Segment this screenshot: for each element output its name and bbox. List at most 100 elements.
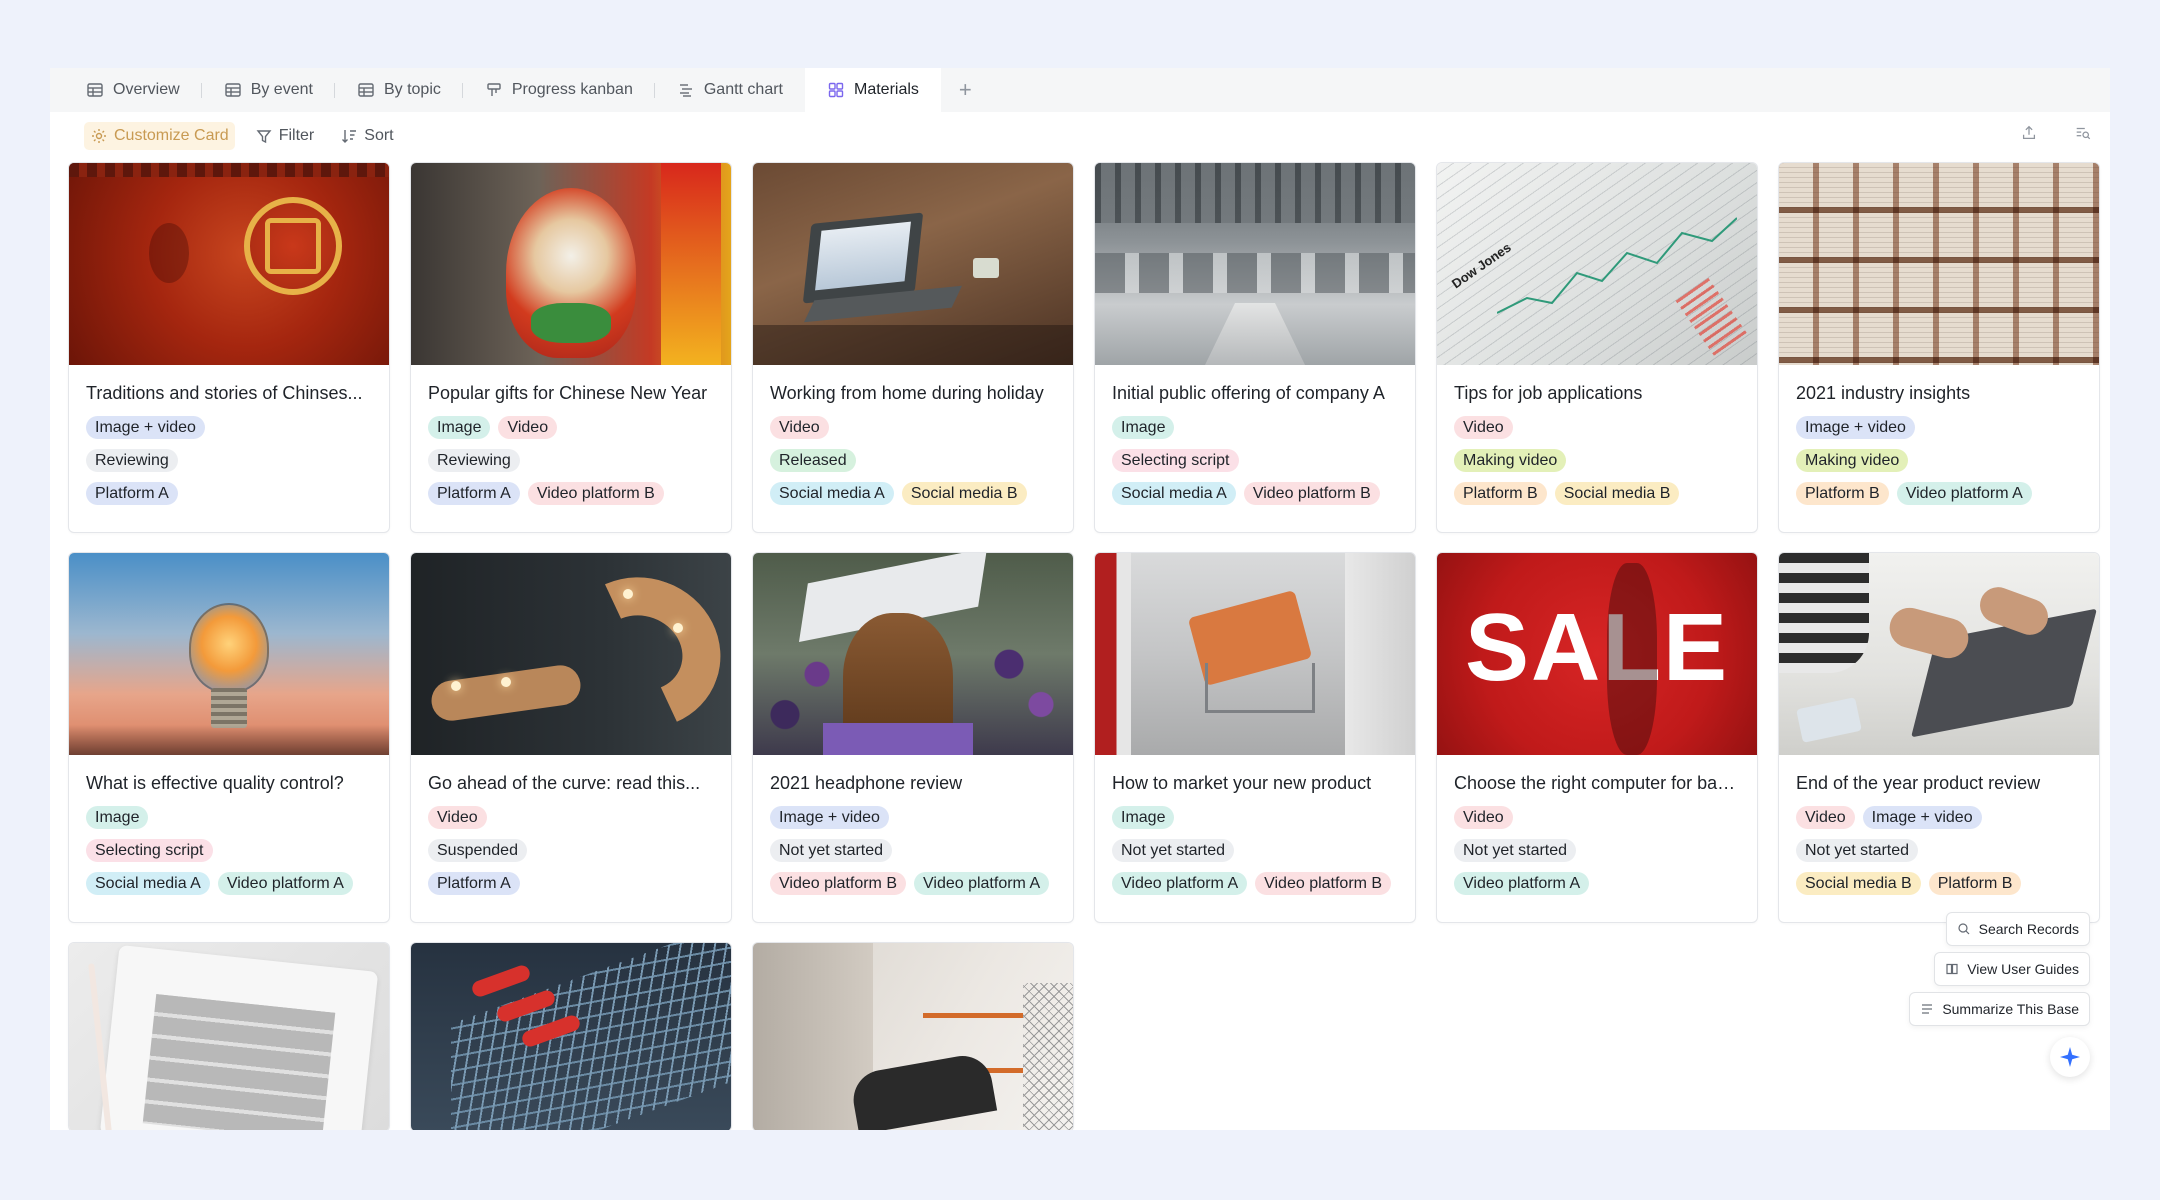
material-type-tags: Image + video	[1796, 416, 2082, 440]
tab-label: By topic	[383, 81, 441, 98]
platform-tag: Video platform A	[1112, 872, 1248, 895]
gallery-card[interactable]: Popular gifts for Chinese New Year Image…	[410, 162, 732, 533]
card-title: How to market your new product	[1112, 773, 1372, 793]
customize-card-button[interactable]: Customize Card	[84, 122, 235, 150]
platform-tag: Video platform A	[1896, 482, 2032, 505]
gallery-card[interactable]: 2021 headphone review Image + video Not …	[752, 552, 1074, 923]
view-tabs: Overview By event By topic Progress kanb…	[50, 68, 2110, 112]
sort-button[interactable]: Sort	[334, 122, 399, 150]
table-icon	[86, 81, 104, 99]
tab-gantt-chart[interactable]: Gantt chart	[655, 68, 805, 112]
platform-tag: Video platform B	[770, 872, 906, 895]
gallery-card[interactable]: SALE Choose the right computer for bac..…	[1436, 552, 1758, 923]
card-cover-image	[1095, 553, 1415, 755]
status-tag: Making video	[1454, 449, 1567, 472]
search-view-icon[interactable]	[2074, 124, 2094, 144]
platform-tag: Social media B	[1796, 872, 1921, 895]
status-tags: Not yet started	[770, 839, 1056, 863]
type-tag: Image	[1112, 416, 1175, 439]
status-tag: Reviewing	[428, 449, 520, 472]
platform-tag: Social media A	[86, 872, 210, 895]
tab-by-event[interactable]: By event	[202, 68, 335, 112]
view-user-guides-button[interactable]: View User Guides	[1934, 952, 2090, 986]
gallery-card[interactable]	[410, 942, 732, 1130]
ai-assistant-button[interactable]	[2050, 1037, 2090, 1077]
type-tag: Video	[770, 416, 829, 439]
card-cover-image	[753, 163, 1073, 365]
gallery-card[interactable]: 2021 industry insights Image + video Mak…	[1778, 162, 2100, 533]
card-title: Initial public offering of company A	[1112, 383, 1385, 403]
list-icon	[1920, 1002, 1934, 1016]
summarize-base-button[interactable]: Summarize This Base	[1909, 992, 2090, 1026]
platform-tag: Video platform A	[1454, 872, 1590, 895]
card-cover-image: SALE	[1437, 553, 1757, 755]
platform-tags: Video platform A	[1454, 872, 1740, 896]
status-tags: Not yet started	[1796, 839, 2082, 863]
material-type-tags: Image Video	[428, 416, 714, 440]
summarize-base-label: Summarize This Base	[1942, 1001, 2079, 1017]
card-cover-image	[69, 553, 389, 755]
type-tag: Image	[86, 806, 149, 829]
status-tag: Released	[770, 449, 856, 472]
share-icon[interactable]	[2020, 124, 2040, 144]
status-tag: Not yet started	[1454, 839, 1577, 862]
gantt-icon	[677, 81, 695, 99]
gallery-card[interactable]: Dow Jones Tips for job applications Vide…	[1436, 162, 1758, 533]
platform-tag: Video platform A	[217, 872, 353, 895]
platform-tags: Social media A Video platform B	[1112, 482, 1398, 506]
tab-by-topic[interactable]: By topic	[335, 68, 463, 112]
card-title: 2021 headphone review	[770, 773, 963, 793]
material-type-tags: Image + video	[86, 416, 372, 440]
gallery-card[interactable]: Initial public offering of company A Ima…	[1094, 162, 1416, 533]
gallery-card[interactable]	[752, 942, 1074, 1130]
card-cover-image	[69, 163, 389, 365]
platform-tag: Video platform B	[527, 482, 664, 505]
type-tag: Image + video	[770, 806, 889, 829]
status-tag: Not yet started	[1112, 839, 1235, 862]
gallery-card[interactable]: How to market your new product Image Not…	[1094, 552, 1416, 923]
add-view-button[interactable]: +	[941, 68, 990, 112]
status-tags: Released	[770, 449, 1056, 473]
tab-progress-kanban[interactable]: Progress kanban	[463, 68, 655, 112]
gallery-card[interactable]: End of the year product review Video Imag…	[1778, 552, 2100, 923]
filter-button[interactable]: Filter	[249, 122, 321, 150]
material-type-tags: Image + video	[770, 806, 1056, 830]
tab-overview[interactable]: Overview	[64, 68, 202, 112]
kanban-icon	[485, 81, 503, 99]
gallery-card[interactable]: Traditions and stories of Chinses... Ima…	[68, 162, 390, 533]
gallery-card[interactable]: Working from home during holiday Video R…	[752, 162, 1074, 533]
platform-tags: Social media B Platform B	[1796, 872, 2082, 896]
platform-tag: Platform A	[86, 482, 178, 505]
sort-icon	[340, 127, 358, 145]
platform-tags: Platform A Video platform B	[428, 482, 714, 506]
status-tags: Selecting script	[86, 839, 372, 863]
book-icon	[1945, 962, 1959, 976]
view-toolbar: Customize Card Filter Sort	[50, 112, 2110, 160]
gallery-card[interactable]: What is effective quality control? Image…	[68, 552, 390, 923]
card-cover-image	[753, 943, 1073, 1130]
type-tag: Image	[428, 416, 491, 439]
type-tag: Image + video	[86, 416, 205, 439]
sort-label: Sort	[364, 127, 394, 144]
gallery-card[interactable]: Go ahead of the curve: read this... Vide…	[410, 552, 732, 923]
gallery-card[interactable]	[68, 942, 390, 1130]
sparkle-icon	[2060, 1047, 2080, 1067]
material-type-tags: Image	[1112, 416, 1398, 440]
platform-tag: Social media B	[901, 482, 1027, 505]
platform-tag: Platform B	[1796, 482, 1889, 505]
search-records-button[interactable]: Search Records	[1945, 912, 2090, 946]
gallery-grid: Traditions and stories of Chinses... Ima…	[68, 162, 2100, 1130]
table-icon	[224, 81, 242, 99]
filter-label: Filter	[278, 127, 315, 144]
sale-sign-text: SALE	[1464, 594, 1730, 701]
status-tags: Making video	[1796, 449, 2082, 473]
status-tags: Not yet started	[1454, 839, 1740, 863]
card-title: Tips for job applications	[1454, 383, 1643, 403]
gear-icon	[90, 127, 108, 145]
card-title: 2021 industry insights	[1796, 383, 1971, 403]
toolbar-right	[2020, 124, 2094, 144]
status-tags: Reviewing	[86, 449, 372, 473]
tab-materials[interactable]: Materials	[805, 68, 941, 112]
status-tag: Selecting script	[86, 839, 213, 862]
card-title: End of the year product review	[1796, 773, 2041, 793]
